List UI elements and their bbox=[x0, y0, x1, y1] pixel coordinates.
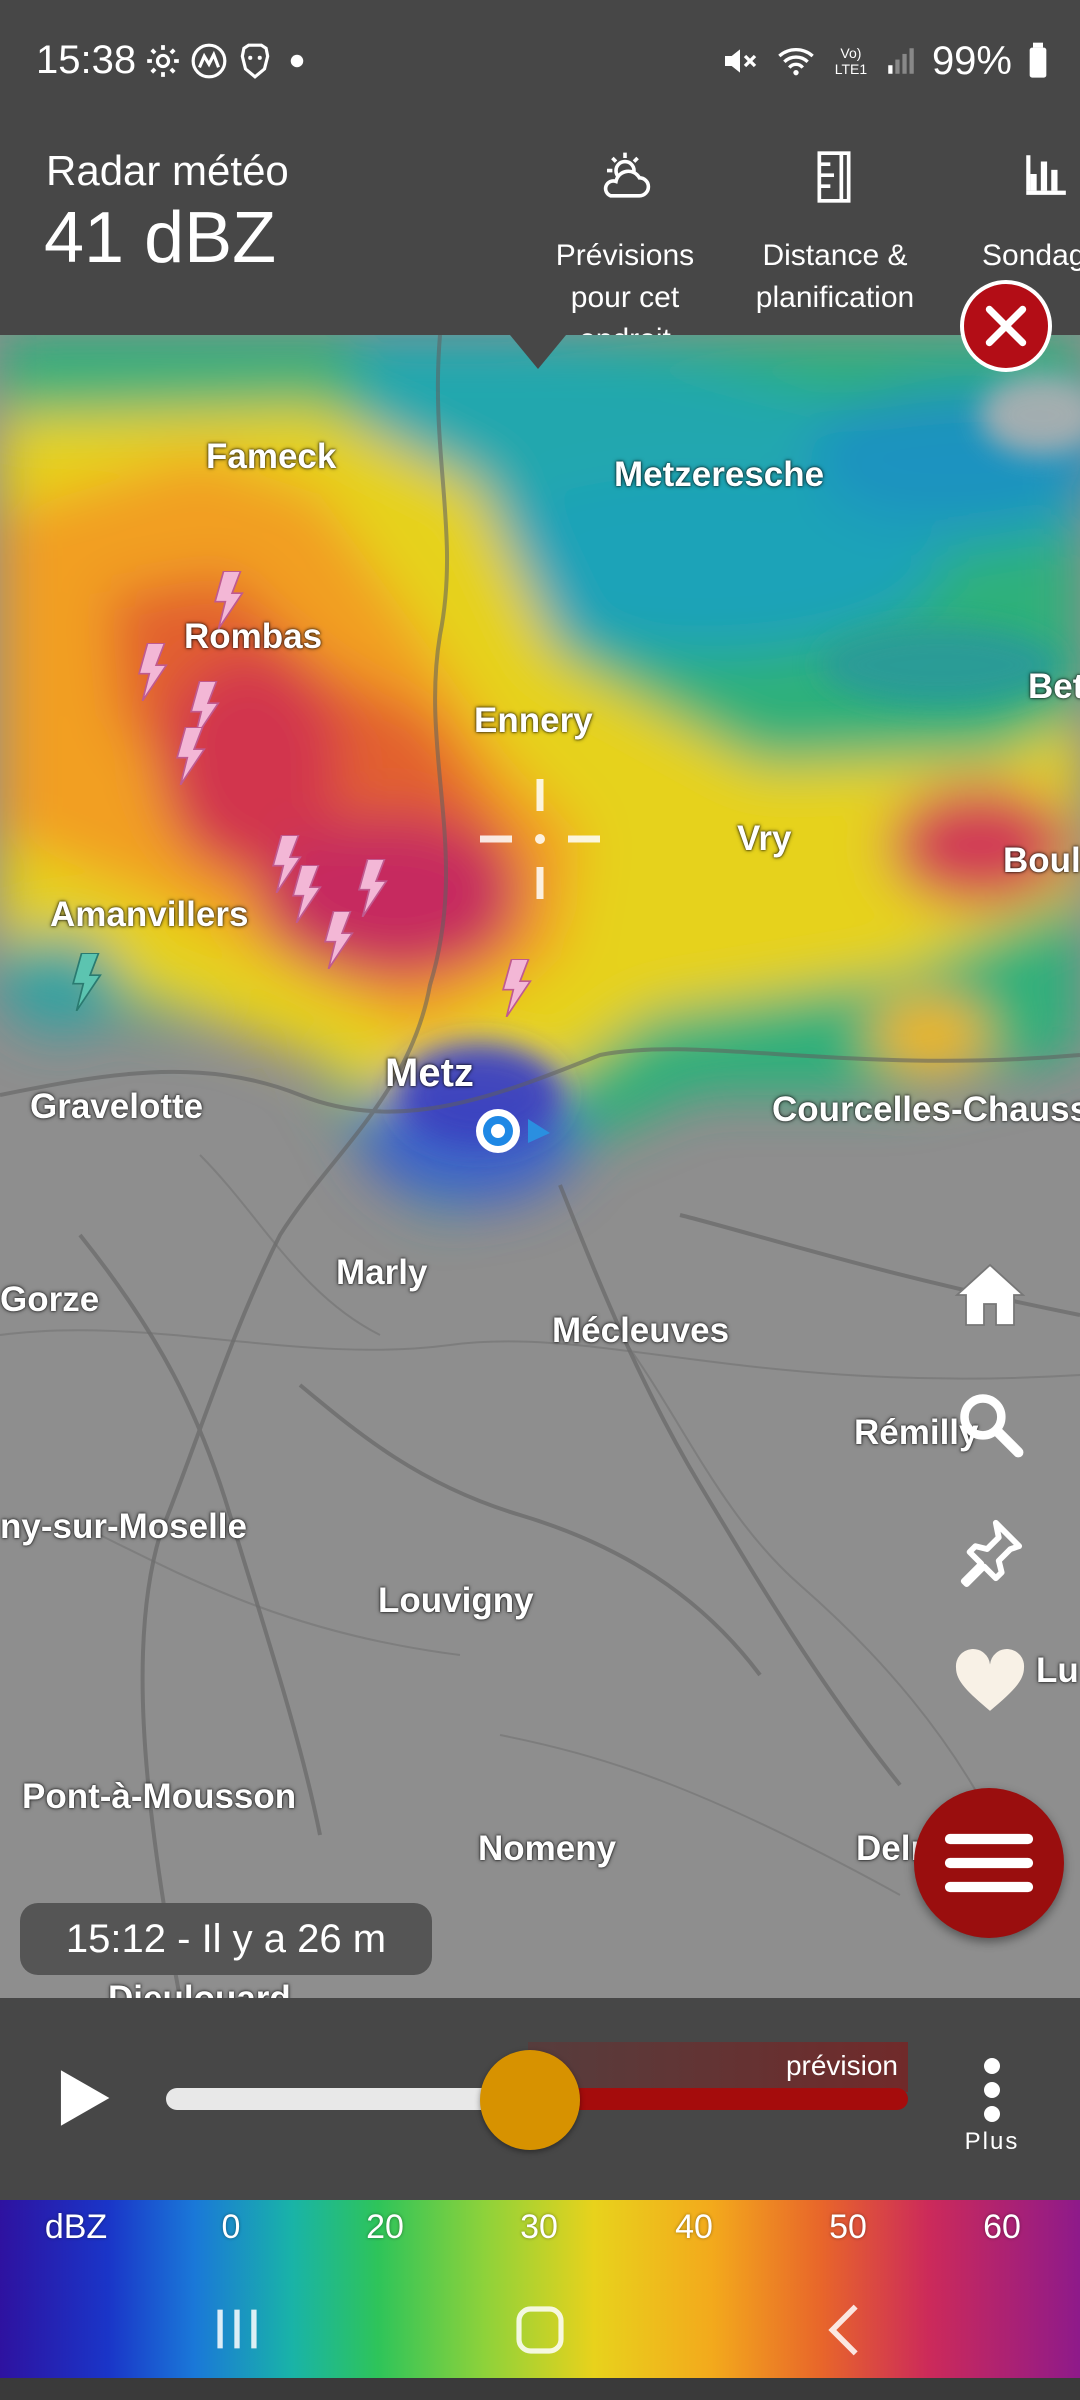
status-bar: 15:38 Vo) LTE1 99% bbox=[0, 0, 1080, 125]
city-label-gorze: Gorze bbox=[0, 1280, 100, 1319]
timeline-forecast bbox=[526, 2088, 908, 2110]
legend-tick: 30 bbox=[520, 2208, 558, 2246]
status-time: 15:38 bbox=[36, 38, 137, 82]
city-label-fameck: Fameck bbox=[206, 437, 337, 476]
home-button[interactable] bbox=[945, 1250, 1035, 1340]
city-label-boula: Boula bbox=[1003, 841, 1080, 880]
heart-icon bbox=[955, 1649, 1025, 1711]
city-label-vry: Vry bbox=[737, 819, 792, 858]
timeline-thumb[interactable] bbox=[479, 2050, 580, 2150]
lightning-icon bbox=[213, 571, 244, 629]
home-nav-button[interactable] bbox=[512, 2302, 568, 2358]
search-button[interactable] bbox=[945, 1379, 1035, 1469]
radar-value: 41 dBZ bbox=[44, 198, 277, 278]
mute-icon bbox=[724, 49, 757, 73]
city-label-mecleuves: Mécleuves bbox=[552, 1311, 730, 1350]
timeline-past bbox=[166, 2088, 526, 2110]
legend-unit: dBZ bbox=[44, 2208, 108, 2246]
status-right-icons: Vo) LTE1 99% bbox=[720, 36, 1050, 86]
main-menu-button[interactable] bbox=[914, 1788, 1064, 1938]
distance-label-line2: planification bbox=[755, 281, 915, 314]
sounding-action-button[interactable]: Sondag bbox=[960, 155, 1080, 277]
lightning-icon bbox=[137, 643, 168, 701]
city-label-marly: Marly bbox=[336, 1253, 428, 1292]
city-label-pont: Pont-à-Mousson bbox=[22, 1777, 297, 1816]
favorites-button[interactable] bbox=[945, 1635, 1035, 1725]
distance-action-button[interactable]: Distance & planification bbox=[740, 151, 930, 319]
forecast-label-line1: Prévisions bbox=[555, 239, 695, 272]
distance-action-label: Distance & planification bbox=[740, 235, 930, 319]
settings-gear-icon bbox=[147, 45, 179, 77]
cloud-sun-icon bbox=[603, 152, 651, 198]
market-icon bbox=[191, 43, 227, 79]
lightning-icon bbox=[175, 727, 206, 785]
sounding-action-label: Sondag bbox=[982, 239, 1080, 272]
city-label-gravelotte: Gravelotte bbox=[30, 1087, 204, 1126]
location-marker-icon bbox=[476, 1109, 550, 1153]
city-label-ennery: Ennery bbox=[474, 701, 593, 740]
city-label-bet: Bet bbox=[1028, 667, 1080, 706]
lightning-icon bbox=[357, 859, 388, 917]
close-icon bbox=[985, 305, 1027, 347]
home-icon bbox=[954, 1263, 1026, 1326]
ruler-icon bbox=[817, 151, 851, 203]
lightning-icon bbox=[501, 959, 532, 1017]
battery-icon bbox=[1029, 42, 1047, 78]
back-nav-button[interactable] bbox=[820, 2302, 868, 2358]
forecast-tag: prévision bbox=[528, 2042, 908, 2092]
legend-tick: 40 bbox=[675, 2208, 713, 2246]
legend-tick: 50 bbox=[829, 2208, 867, 2246]
more-label: Plus bbox=[964, 2128, 1020, 2155]
header-pointer bbox=[510, 335, 566, 369]
status-left-icons bbox=[144, 38, 312, 84]
radar-timestamp: 15:12 - Il y a 26 m bbox=[20, 1903, 432, 1975]
play-button[interactable] bbox=[56, 2068, 112, 2128]
city-label-metzeresche: Metzeresche bbox=[614, 455, 825, 494]
playback-controls: prévision Plus bbox=[0, 1998, 1080, 2200]
city-label-dieulouard: Dieulouard bbox=[108, 1979, 291, 1998]
more-button[interactable]: Plus bbox=[950, 2058, 1034, 2156]
pin-icon bbox=[960, 1519, 1023, 1587]
battery-percent: 99% bbox=[931, 38, 1012, 83]
search-icon bbox=[960, 1394, 1024, 1458]
legend-tick: 20 bbox=[366, 2208, 404, 2246]
city-label-amanvillers: Amanvillers bbox=[50, 895, 249, 934]
radar-header: Radar météo 41 dBZ Prévisions pour cet e… bbox=[0, 125, 1080, 356]
crosshair-icon bbox=[480, 779, 600, 899]
forecast-label-line2: pour cet bbox=[570, 281, 680, 314]
city-label-nomeny: Nomeny bbox=[478, 1829, 617, 1868]
city-label-louvigny: Louvigny bbox=[378, 1581, 534, 1620]
volte-lte-icon: Vo) LTE1 bbox=[834, 45, 868, 77]
city-label-rombas: Rombas bbox=[184, 617, 323, 656]
forecast-label: prévision bbox=[785, 2050, 898, 2081]
legend-tick: 60 bbox=[983, 2208, 1021, 2246]
radar-title: Radar météo bbox=[46, 147, 289, 194]
bottom-strip bbox=[0, 2378, 1080, 2400]
notification-dot-icon bbox=[290, 54, 304, 68]
brave-lion-icon bbox=[240, 43, 270, 79]
system-nav-bar bbox=[0, 2280, 1080, 2378]
close-button[interactable] bbox=[960, 280, 1052, 372]
pin-button[interactable] bbox=[945, 1507, 1035, 1597]
menu-icon bbox=[944, 1833, 1034, 1893]
recent-apps-button[interactable] bbox=[208, 2304, 266, 2354]
city-label-moselle: ny-sur-Moselle bbox=[0, 1507, 247, 1546]
legend-tick: 0 bbox=[221, 2208, 241, 2246]
lightning-icon bbox=[71, 953, 102, 1011]
city-label-metz: Metz bbox=[385, 1051, 474, 1095]
map-base-layer bbox=[0, 335, 1080, 1998]
more-vert-icon bbox=[984, 2058, 1000, 2122]
lightning-icon bbox=[291, 865, 322, 923]
signal-icon bbox=[888, 48, 914, 74]
wifi-icon bbox=[778, 48, 814, 76]
lightning-icon bbox=[323, 911, 354, 969]
radar-map[interactable]: Fameck Metzeresche Rombas Ennery Bet Vry… bbox=[0, 335, 1080, 1998]
city-label-courcelles: Courcelles-Chaussy bbox=[772, 1090, 1080, 1129]
city-label-lu: Lu bbox=[1036, 1651, 1079, 1690]
distance-label-line1: Distance & bbox=[762, 239, 908, 272]
bar-chart-icon bbox=[1026, 155, 1066, 195]
